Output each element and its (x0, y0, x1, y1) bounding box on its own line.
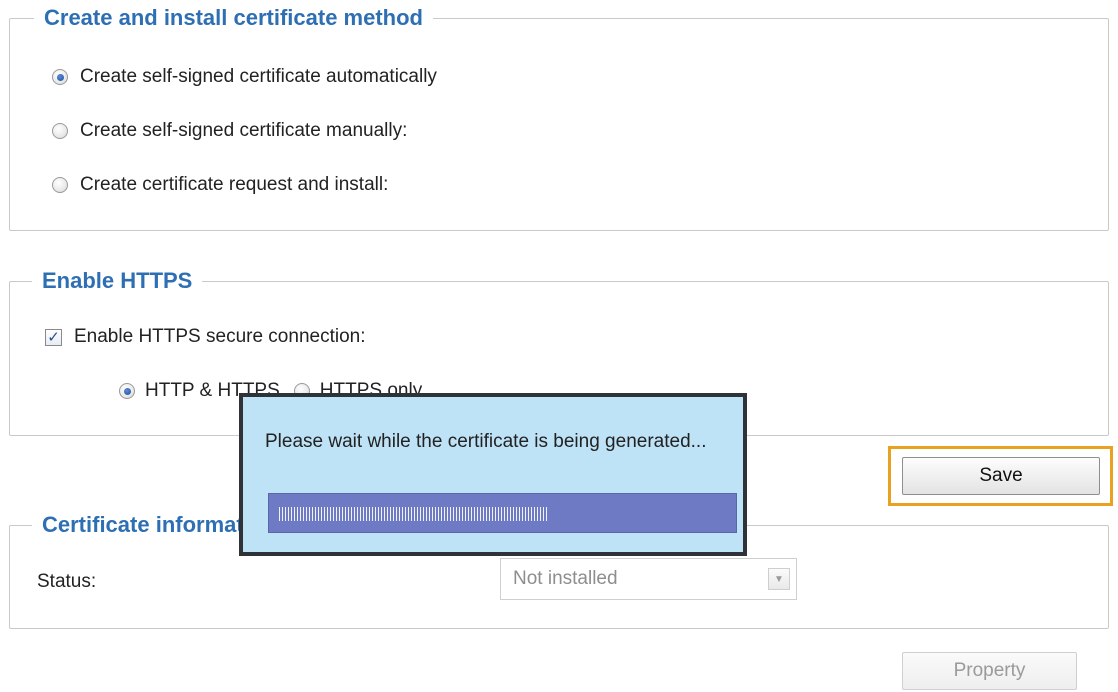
radio-request-cert[interactable] (52, 177, 68, 193)
property-button[interactable]: Property (902, 652, 1077, 690)
status-label: Status: (37, 571, 97, 592)
status-value: Not installed (513, 568, 618, 589)
status-row: Status: (37, 571, 96, 593)
option-auto-row[interactable]: Create self-signed certificate automatic… (52, 66, 437, 88)
save-button[interactable]: Save (902, 457, 1100, 495)
option-request-label: Create certificate request and install: (80, 174, 389, 195)
enable-https-checkbox[interactable]: ✓ (45, 328, 62, 346)
https-checkbox-row[interactable]: ✓ Enable HTTPS secure connection: (45, 326, 366, 348)
radio-http-https[interactable] (119, 383, 135, 399)
enable-https-label: Enable HTTPS secure connection: (74, 326, 366, 347)
progress-bar (268, 493, 737, 533)
progress-dialog: Please wait while the certificate is bei… (239, 393, 747, 556)
option-request-row[interactable]: Create certificate request and install: (52, 174, 388, 196)
progress-fill (279, 507, 547, 521)
radio-manual-cert[interactable] (52, 123, 68, 139)
chevron-down-icon[interactable]: ▼ (768, 568, 790, 590)
option-auto-label: Create self-signed certificate automatic… (80, 66, 437, 87)
https-legend: Enable HTTPS (32, 266, 203, 296)
dialog-message: Please wait while the certificate is bei… (265, 431, 707, 452)
option-manual-row[interactable]: Create self-signed certificate manually: (52, 120, 407, 142)
radio-auto-cert[interactable] (52, 69, 68, 85)
cert-method-legend: Create and install certificate method (34, 3, 433, 33)
option-manual-label: Create self-signed certificate manually: (80, 120, 408, 141)
status-select[interactable]: Not installed ▼ (500, 558, 797, 600)
